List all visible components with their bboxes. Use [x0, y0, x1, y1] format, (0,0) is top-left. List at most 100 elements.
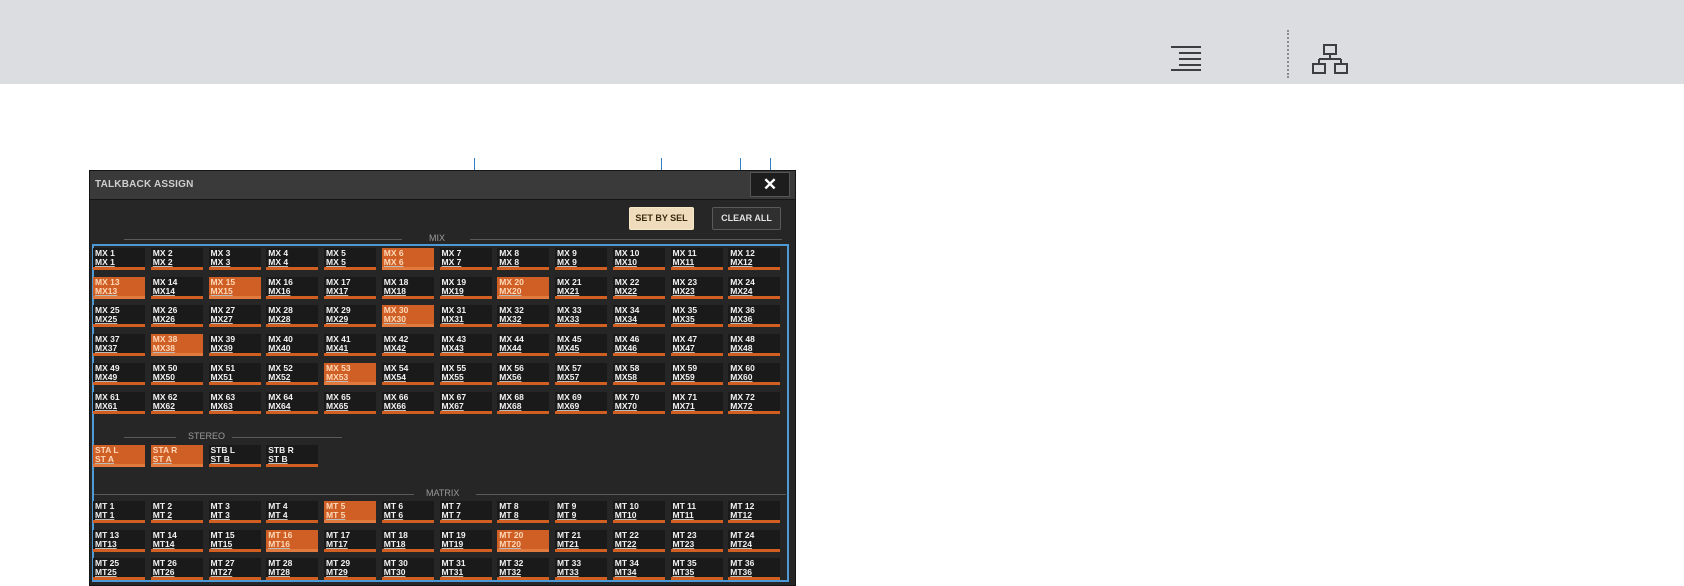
matrix-bus-button[interactable]: MT 2 MT 2 [150, 501, 203, 523]
mix-bus-button[interactable]: MX 45 MX45 [555, 334, 607, 356]
matrix-bus-button[interactable]: MT 6 MT 6 [381, 501, 434, 523]
mix-bus-button[interactable]: MX 19 MX19 [439, 277, 492, 299]
mix-bus-button[interactable]: MX 65 MX65 [324, 392, 376, 414]
mix-bus-button[interactable]: MX 5 MX 5 [324, 248, 376, 270]
matrix-bus-button[interactable]: MT 32 MT32 [497, 558, 550, 580]
mix-bus-button[interactable]: MX 39 MX39 [208, 334, 261, 356]
matrix-bus-button[interactable]: MT 27 MT27 [208, 558, 261, 580]
mix-bus-button[interactable]: MX 2 MX 2 [150, 248, 203, 270]
mix-bus-button[interactable]: MX 32 MX32 [497, 305, 550, 327]
mix-bus-button[interactable]: MX 54 MX54 [381, 363, 434, 385]
matrix-bus-button[interactable]: MT 17 MT17 [324, 530, 376, 552]
mix-bus-button[interactable]: MX 6 MX 6 [381, 248, 434, 270]
mix-bus-button[interactable]: MX 35 MX35 [670, 305, 723, 327]
outline-menu-icon[interactable] [1170, 45, 1202, 71]
matrix-bus-button[interactable]: MT 16 MT16 [266, 530, 319, 552]
matrix-bus-button[interactable]: MT 34 MT34 [612, 558, 665, 580]
mix-bus-button[interactable]: MX 8 MX 8 [497, 248, 550, 270]
mix-bus-button[interactable]: MX 63 MX63 [208, 392, 261, 414]
matrix-bus-button[interactable]: MT 21 MT21 [555, 530, 607, 552]
mix-bus-button[interactable]: MX 67 MX67 [439, 392, 492, 414]
mix-bus-button[interactable]: MX 66 MX66 [381, 392, 434, 414]
matrix-bus-button[interactable]: MT 33 MT33 [555, 558, 607, 580]
hierarchy-tree-icon[interactable] [1312, 44, 1348, 74]
mix-bus-button[interactable]: MX 55 MX55 [439, 363, 492, 385]
stereo-bus-button[interactable]: STA L ST A [93, 445, 145, 467]
matrix-bus-button[interactable]: MT 24 MT24 [728, 530, 781, 552]
mix-bus-button[interactable]: MX 31 MX31 [439, 305, 492, 327]
mix-bus-button[interactable]: MX 36 MX36 [728, 305, 781, 327]
matrix-bus-button[interactable]: MT 7 MT 7 [439, 501, 492, 523]
stereo-bus-button[interactable]: STA R ST A [150, 445, 203, 467]
mix-bus-button[interactable]: MX 70 MX70 [612, 392, 665, 414]
mix-bus-button[interactable]: MX 61 MX61 [93, 392, 145, 414]
matrix-bus-button[interactable]: MT 10 MT10 [612, 501, 665, 523]
matrix-bus-button[interactable]: MT 29 MT29 [324, 558, 376, 580]
mix-bus-button[interactable]: MX 20 MX20 [497, 277, 550, 299]
mix-bus-button[interactable]: MX 7 MX 7 [439, 248, 492, 270]
mix-bus-button[interactable]: MX 37 MX37 [93, 334, 145, 356]
clear-all-button[interactable]: CLEAR ALL [712, 207, 781, 230]
matrix-bus-button[interactable]: MT 22 MT22 [612, 530, 665, 552]
mix-bus-button[interactable]: MX 11 MX11 [670, 248, 723, 270]
mix-bus-button[interactable]: MX 47 MX47 [670, 334, 723, 356]
mix-bus-button[interactable]: MX 43 MX43 [439, 334, 492, 356]
mix-bus-button[interactable]: MX 40 MX40 [266, 334, 319, 356]
mix-bus-button[interactable]: MX 68 MX68 [497, 392, 550, 414]
matrix-bus-button[interactable]: MT 30 MT30 [381, 558, 434, 580]
stereo-bus-button[interactable]: STB R ST B [266, 445, 319, 467]
stereo-bus-button[interactable]: STB L ST B [208, 445, 261, 467]
matrix-bus-button[interactable]: MT 26 MT26 [150, 558, 203, 580]
matrix-bus-button[interactable]: MT 5 MT 5 [324, 501, 376, 523]
mix-bus-button[interactable]: MX 53 MX53 [324, 363, 376, 385]
matrix-bus-button[interactable]: MT 13 MT13 [93, 530, 145, 552]
matrix-bus-button[interactable]: MT 25 MT25 [93, 558, 145, 580]
mix-bus-button[interactable]: MX 21 MX21 [555, 277, 607, 299]
mix-bus-button[interactable]: MX 26 MX26 [150, 305, 203, 327]
matrix-bus-button[interactable]: MT 19 MT19 [439, 530, 492, 552]
mix-bus-button[interactable]: MX 25 MX25 [93, 305, 145, 327]
mix-bus-button[interactable]: MX 14 MX14 [150, 277, 203, 299]
mix-bus-button[interactable]: MX 10 MX10 [612, 248, 665, 270]
mix-bus-button[interactable]: MX 59 MX59 [670, 363, 723, 385]
mix-bus-button[interactable]: MX 71 MX71 [670, 392, 723, 414]
matrix-bus-button[interactable]: MT 9 MT 9 [555, 501, 607, 523]
mix-bus-button[interactable]: MX 41 MX41 [324, 334, 376, 356]
mix-bus-button[interactable]: MX 62 MX62 [150, 392, 203, 414]
mix-bus-button[interactable]: MX 60 MX60 [728, 363, 781, 385]
matrix-bus-button[interactable]: MT 18 MT18 [381, 530, 434, 552]
mix-bus-button[interactable]: MX 50 MX50 [150, 363, 203, 385]
mix-bus-button[interactable]: MX 56 MX56 [497, 363, 550, 385]
mix-bus-button[interactable]: MX 38 MX38 [150, 334, 203, 356]
mix-bus-button[interactable]: MX 48 MX48 [728, 334, 781, 356]
matrix-bus-button[interactable]: MT 12 MT12 [728, 501, 781, 523]
matrix-bus-button[interactable]: MT 23 MT23 [670, 530, 723, 552]
mix-bus-button[interactable]: MX 33 MX33 [555, 305, 607, 327]
mix-bus-button[interactable]: MX 28 MX28 [266, 305, 319, 327]
mix-bus-button[interactable]: MX 15 MX15 [208, 277, 261, 299]
mix-bus-button[interactable]: MX 44 MX44 [497, 334, 550, 356]
mix-bus-button[interactable]: MX 57 MX57 [555, 363, 607, 385]
mix-bus-button[interactable]: MX 64 MX64 [266, 392, 319, 414]
mix-bus-button[interactable]: MX 18 MX18 [381, 277, 434, 299]
mix-bus-button[interactable]: MX 9 MX 9 [555, 248, 607, 270]
mix-bus-button[interactable]: MX 12 MX12 [728, 248, 781, 270]
mix-bus-button[interactable]: MX 27 MX27 [208, 305, 261, 327]
matrix-bus-button[interactable]: MT 4 MT 4 [266, 501, 319, 523]
matrix-bus-button[interactable]: MT 14 MT14 [150, 530, 203, 552]
matrix-bus-button[interactable]: MT 11 MT11 [670, 501, 723, 523]
mix-bus-button[interactable]: MX 52 MX52 [266, 363, 319, 385]
mix-bus-button[interactable]: MX 24 MX24 [728, 277, 781, 299]
mix-bus-button[interactable]: MX 1 MX 1 [93, 248, 145, 270]
close-button[interactable]: ✕ [750, 172, 790, 197]
mix-bus-button[interactable]: MX 51 MX51 [208, 363, 261, 385]
mix-bus-button[interactable]: MX 30 MX30 [381, 305, 434, 327]
mix-bus-button[interactable]: MX 13 MX13 [93, 277, 145, 299]
mix-bus-button[interactable]: MX 3 MX 3 [208, 248, 261, 270]
matrix-bus-button[interactable]: MT 28 MT28 [266, 558, 319, 580]
mix-bus-button[interactable]: MX 29 MX29 [324, 305, 376, 327]
matrix-bus-button[interactable]: MT 3 MT 3 [208, 501, 261, 523]
matrix-bus-button[interactable]: MT 8 MT 8 [497, 501, 550, 523]
mix-bus-button[interactable]: MX 72 MX72 [728, 392, 781, 414]
matrix-bus-button[interactable]: MT 1 MT 1 [93, 501, 145, 523]
